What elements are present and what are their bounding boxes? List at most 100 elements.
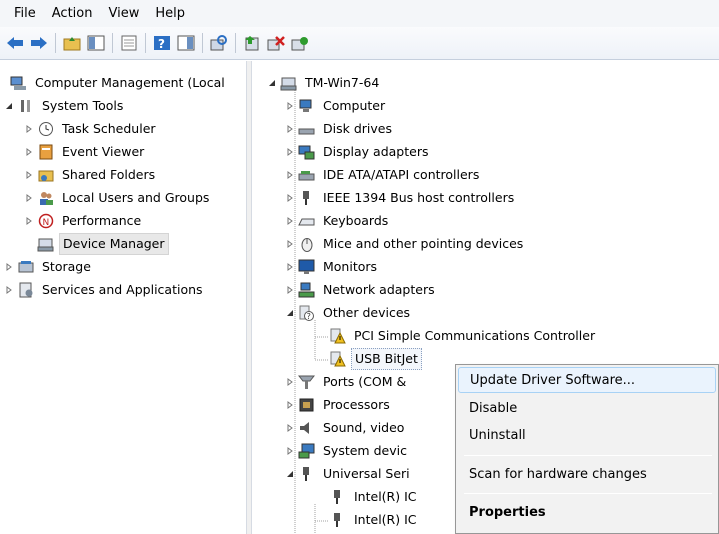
collapsed-arrow-icon[interactable]: [285, 285, 295, 295]
collapsed-arrow-icon[interactable]: [285, 423, 295, 433]
collapsed-arrow-icon[interactable]: [285, 170, 295, 180]
device-category-usb-controllers[interactable]: Universal Seri: [285, 462, 413, 485]
device-category-ieee1394[interactable]: IEEE 1394 Bus host controllers: [285, 186, 517, 209]
processor-icon: [298, 396, 315, 413]
device-intel-usb-controller-1[interactable]: Intel(R) IC: [329, 485, 420, 508]
collapsed-arrow-icon[interactable]: [285, 239, 295, 249]
device-category-system-devices[interactable]: System devic: [285, 439, 410, 462]
device-manager-icon: [37, 235, 54, 252]
tree-node-computer-management[interactable]: Computer Management (Local: [10, 71, 228, 94]
menu-help[interactable]: Help: [147, 0, 193, 27]
properties-menu-item[interactable]: Properties: [458, 499, 716, 525]
device-pci-simple-comm-controller[interactable]: PCI Simple Communications Controller: [329, 324, 598, 347]
update-driver-menu-item[interactable]: Update Driver Software...: [458, 367, 716, 393]
properties-sheet-icon[interactable]: [118, 32, 140, 54]
port-icon: [298, 373, 315, 390]
tree-node-label: Universal Seri: [323, 465, 410, 481]
device-category-other-devices[interactable]: ? Other devices: [285, 301, 413, 324]
monitor-icon: [298, 258, 315, 275]
usb-plug-icon: [329, 511, 346, 528]
device-category-mice[interactable]: Mice and other pointing devices: [285, 232, 526, 255]
collapsed-arrow-icon[interactable]: [24, 124, 34, 134]
scan-hardware-icon[interactable]: [208, 32, 230, 54]
collapsed-arrow-icon[interactable]: [285, 400, 295, 410]
show-hide-console-tree-icon[interactable]: [85, 32, 107, 54]
speaker-icon: [298, 419, 315, 436]
uninstall-device-icon[interactable]: [265, 32, 287, 54]
show-action-pane-icon[interactable]: [175, 32, 197, 54]
tree-node-event-viewer[interactable]: Event Viewer: [24, 140, 147, 163]
tree-node-storage[interactable]: Storage: [4, 255, 94, 278]
collapsed-arrow-icon[interactable]: [24, 170, 34, 180]
device-category-computer[interactable]: Computer: [285, 94, 388, 117]
device-category-sound-video[interactable]: Sound, video: [285, 416, 407, 439]
svg-text:N: N: [42, 218, 49, 228]
collapsed-arrow-icon[interactable]: [285, 124, 295, 134]
collapsed-arrow-icon[interactable]: [285, 377, 295, 387]
device-category-keyboards[interactable]: Keyboards: [285, 209, 391, 232]
device-tree-root[interactable]: TM-Win7-64: [267, 71, 382, 94]
device-category-processors[interactable]: Processors: [285, 393, 393, 416]
forward-arrow-icon[interactable]: [28, 32, 50, 54]
toolbar-separator: [55, 33, 56, 53]
collapsed-arrow-icon[interactable]: [24, 147, 34, 157]
device-usb-bitjet[interactable]: USB BitJet: [329, 347, 422, 370]
collapsed-arrow-icon[interactable]: [4, 262, 14, 272]
expanded-arrow-icon[interactable]: [4, 101, 14, 111]
collapsed-arrow-icon[interactable]: [285, 147, 295, 157]
tree-node-system-tools[interactable]: System Tools: [4, 94, 126, 117]
pane-splitter[interactable]: [246, 61, 252, 534]
collapsed-arrow-icon[interactable]: [24, 193, 34, 203]
menu-view[interactable]: View: [100, 0, 147, 27]
tree-node-label: Network adapters: [323, 281, 435, 297]
up-folder-icon[interactable]: [61, 32, 83, 54]
menu-action[interactable]: Action: [44, 0, 101, 27]
scan-hardware-menu-item[interactable]: Scan for hardware changes: [458, 461, 716, 487]
disable-menu-item[interactable]: Disable: [458, 395, 716, 421]
collapsed-arrow-icon[interactable]: [285, 216, 295, 226]
collapsed-arrow-icon[interactable]: [285, 101, 295, 111]
device-category-network-adapters[interactable]: Network adapters: [285, 278, 438, 301]
storage-icon: [17, 258, 34, 275]
tree-node-local-users[interactable]: Local Users and Groups: [24, 186, 212, 209]
device-category-ide-controllers[interactable]: IDE ATA/ATAPI controllers: [285, 163, 482, 186]
help-icon[interactable]: ?: [151, 32, 173, 54]
tree-node-label: Event Viewer: [62, 143, 145, 159]
tree-node-label: Intel(R) IC: [354, 488, 417, 504]
tree-node-services-applications[interactable]: Services and Applications: [4, 278, 206, 301]
tree-node-performance[interactable]: N Performance: [24, 209, 144, 232]
disk-drive-icon: [298, 120, 315, 137]
collapsed-arrow-icon[interactable]: [285, 262, 295, 272]
update-driver-icon[interactable]: [241, 32, 263, 54]
tree-node-label: IEEE 1394 Bus host controllers: [323, 189, 515, 205]
tree-node-label: Task Scheduler: [62, 120, 156, 136]
back-arrow-icon[interactable]: [4, 32, 26, 54]
clock-icon: [37, 120, 54, 137]
warning-device-icon: [329, 350, 346, 367]
device-category-monitors[interactable]: Monitors: [285, 255, 380, 278]
tree-node-label: Local Users and Groups: [62, 189, 210, 205]
device-intel-usb-controller-2[interactable]: Intel(R) IC: [329, 508, 420, 531]
menu-file[interactable]: File: [6, 0, 44, 27]
console-tree-pane: Computer Management (Local System Tools …: [0, 66, 245, 534]
device-category-display-adapters[interactable]: Display adapters: [285, 140, 431, 163]
tree-node-label: Keyboards: [323, 212, 389, 228]
collapsed-arrow-icon[interactable]: [285, 193, 295, 203]
tree-node-device-manager[interactable]: Device Manager: [37, 232, 169, 255]
collapsed-arrow-icon[interactable]: [285, 446, 295, 456]
display-adapter-icon: [298, 143, 315, 160]
uninstall-menu-item[interactable]: Uninstall: [458, 422, 716, 448]
collapsed-arrow-icon[interactable]: [24, 216, 34, 226]
tree-node-label: Performance: [62, 212, 142, 228]
device-category-ports[interactable]: Ports (COM &: [285, 370, 409, 393]
tree-node-shared-folders[interactable]: Shared Folders: [24, 163, 158, 186]
usb-plug-icon: [329, 488, 346, 505]
tree-node-task-scheduler[interactable]: Task Scheduler: [24, 117, 159, 140]
expanded-arrow-icon[interactable]: [267, 78, 277, 88]
collapsed-arrow-icon[interactable]: [4, 285, 14, 295]
tree-node-label: Mice and other pointing devices: [323, 235, 524, 251]
device-category-disk-drives[interactable]: Disk drives: [285, 117, 395, 140]
expanded-arrow-icon[interactable]: [285, 308, 295, 318]
enable-device-icon[interactable]: [289, 32, 311, 54]
expanded-arrow-icon[interactable]: [285, 469, 295, 479]
